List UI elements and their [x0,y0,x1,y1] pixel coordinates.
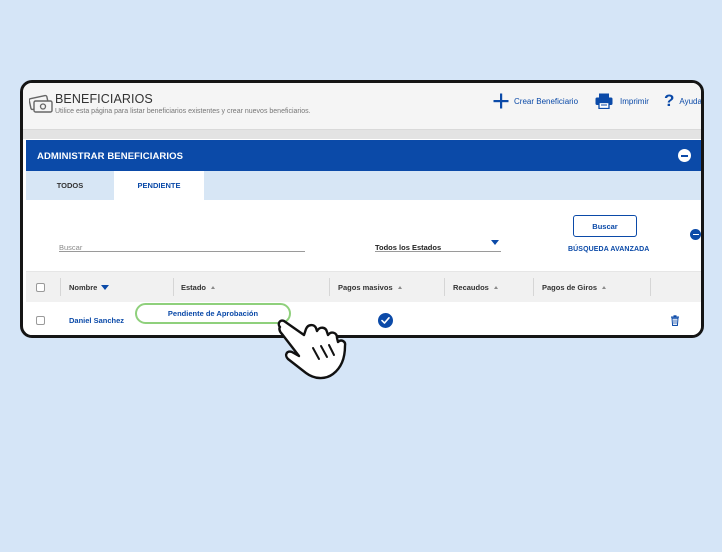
row-checkbox[interactable] [36,315,45,325]
column-header-pagos-giros[interactable]: Pagos de Giros [542,272,607,302]
column-divider [173,278,174,296]
print-button[interactable]: Imprimir [595,93,649,109]
printer-icon [595,93,613,109]
column-header-recaudos[interactable]: Recaudos [453,272,498,302]
minus-circle-icon[interactable] [690,229,701,240]
help-label: Ayuda [679,96,702,106]
table-row: Daniel Sanchez [26,302,701,335]
panel-header: ADMINISTRAR BENEFICIARIOS [26,140,701,171]
search-input[interactable] [59,243,299,252]
column-divider [533,278,534,296]
beneficiary-name-link[interactable]: Daniel Sanchez [69,316,124,325]
panel-title: ADMINISTRAR BENEFICIARIOS [37,151,184,162]
status-select[interactable]: Todos los Estados [375,237,501,252]
trash-icon[interactable] [670,314,680,326]
chevron-down-icon [491,240,499,245]
column-header-estado[interactable]: Estado [181,272,216,302]
column-divider [444,278,445,296]
page-subtitle: Utilice esta página para listar benefici… [55,108,311,115]
column-label-pagos-masivos: Pagos masivos [338,282,393,292]
print-label: Imprimir [620,96,649,106]
status-tabs: TODOS PENDIENTE [26,171,701,200]
advanced-search-link[interactable]: BÚSQUEDA AVANZADA [568,246,649,253]
sort-ascending-icon [602,285,607,289]
sort-descending-icon [101,284,110,290]
create-beneficiary-label: Crear Beneficiario [514,96,579,106]
tab-todos[interactable]: TODOS [26,171,114,200]
column-divider [329,278,330,296]
column-header-nombre[interactable]: Nombre [69,272,110,302]
create-beneficiary-button[interactable]: Crear Beneficiario [493,93,578,109]
search-field [59,237,305,252]
sort-ascending-icon [397,285,402,289]
status-badge[interactable]: Pendiente de Aprobación [135,303,291,324]
plus-icon [493,93,509,109]
column-header-pagos-masivos[interactable]: Pagos masivos [338,272,402,302]
table-header: Nombre Estado Pagos masivos Recaudos Pag… [26,271,701,303]
sort-ascending-icon [493,285,498,289]
page-header: BENEFICIARIOS Utilice esta página para l… [23,83,702,130]
header-divider [23,130,701,139]
column-label-nombre: Nombre [69,282,98,292]
pointer-hand-icon [277,319,347,380]
tab-pendiente[interactable]: PENDIENTE [114,171,204,200]
column-divider [650,278,651,296]
page-title: BENEFICIARIOS [55,92,153,106]
column-label-pagos-giros: Pagos de Giros [542,282,598,292]
collapse-icon[interactable] [678,149,691,162]
money-icon [29,94,53,113]
column-label-estado: Estado [181,282,207,292]
checkmark-circle-icon [378,312,393,328]
sort-ascending-icon [211,285,216,289]
column-label-recaudos: Recaudos [453,282,489,292]
status-select-value: Todos los Estados [375,243,442,252]
search-button[interactable]: Buscar [573,215,637,237]
help-button[interactable]: ? Ayuda [664,91,702,110]
select-all-checkbox[interactable] [36,282,45,292]
question-icon: ? [664,91,675,110]
app-window: BENEFICIARIOS Utilice esta página para l… [20,80,704,338]
column-divider [60,278,61,296]
